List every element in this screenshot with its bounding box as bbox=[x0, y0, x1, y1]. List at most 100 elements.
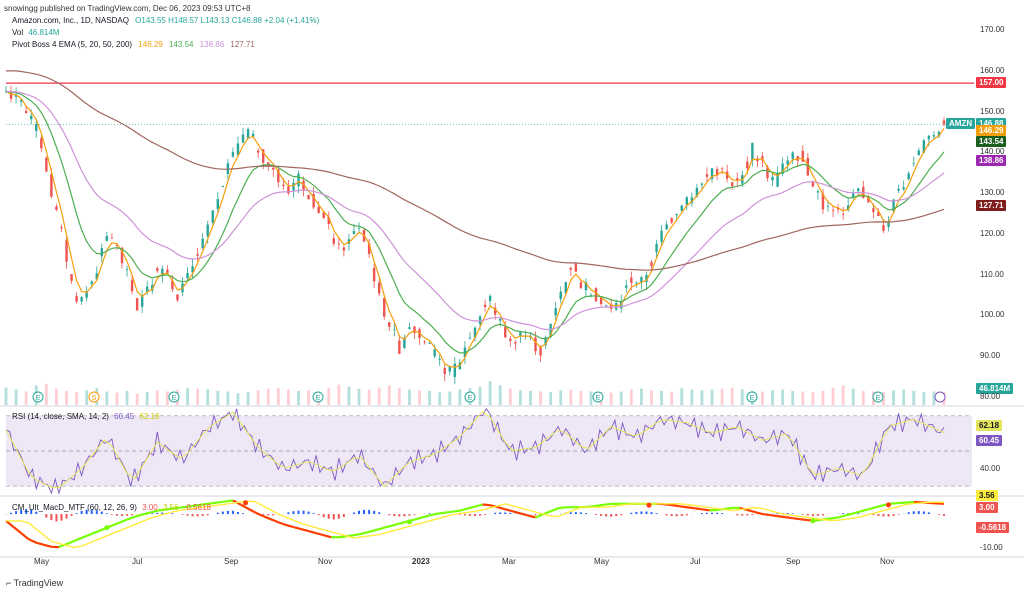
volume-bar bbox=[498, 385, 502, 405]
candle-body bbox=[700, 183, 704, 185]
macd-histogram-bar bbox=[842, 513, 845, 515]
rsi-ma-label: 62.18 bbox=[976, 419, 1003, 431]
candle-body bbox=[292, 182, 295, 191]
ema-price-label: 138.86 bbox=[976, 155, 1007, 167]
macd-histogram-bar bbox=[110, 514, 113, 515]
ema200-value: 127.71 bbox=[230, 40, 255, 49]
macd-histogram-bar bbox=[131, 514, 134, 516]
candle-body bbox=[393, 329, 396, 331]
macd-histogram-bar bbox=[358, 510, 361, 515]
candle-body bbox=[317, 206, 320, 213]
candle-body bbox=[872, 208, 875, 213]
price-axis-tick: 90.00 bbox=[980, 351, 1001, 361]
volume-bar bbox=[367, 389, 371, 405]
candle-body bbox=[297, 173, 300, 187]
macd-histogram-bar bbox=[791, 513, 794, 515]
candle-body bbox=[423, 341, 426, 343]
macd-histogram-bar bbox=[574, 512, 577, 515]
event-marker-icon bbox=[934, 391, 946, 403]
candle-body bbox=[559, 291, 562, 300]
macd-histogram-bar bbox=[837, 513, 840, 515]
macd-histogram-bar bbox=[292, 511, 295, 515]
macd-cross-dot bbox=[406, 519, 412, 525]
macd-cross-dot bbox=[646, 502, 652, 508]
macd-histogram-bar bbox=[479, 514, 482, 516]
candle-body bbox=[675, 214, 678, 216]
candle-body bbox=[80, 297, 83, 302]
macd-line bbox=[852, 510, 862, 515]
macd-line bbox=[66, 539, 75, 546]
macd-histogram-bar bbox=[105, 513, 108, 515]
ema-legend[interactable]: Pivot Boss 4 EMA (5, 20, 50, 200) 146.29… bbox=[12, 40, 255, 49]
macd-line bbox=[747, 508, 756, 514]
candle-body bbox=[156, 268, 159, 272]
macd-histogram-bar bbox=[705, 512, 708, 515]
macd-histogram-bar bbox=[711, 512, 714, 515]
volume-bar bbox=[589, 391, 593, 405]
macd-legend[interactable]: CM_Ult_MacD_MTF (60, 12, 26, 9) 3.00 3.5… bbox=[12, 503, 211, 512]
macd-histogram-bar bbox=[635, 511, 638, 515]
candle-body bbox=[438, 358, 441, 360]
tradingview-logo[interactable]: ⌐ TradingView bbox=[6, 578, 63, 588]
ema5-value: 146.29 bbox=[138, 40, 163, 49]
macd-line bbox=[777, 515, 786, 519]
ema20-line bbox=[5, 90, 945, 354]
macd-histogram-bar bbox=[201, 514, 204, 517]
macd-value-2: 3.56 bbox=[162, 503, 179, 512]
price-axis-tick: 110.00 bbox=[980, 269, 1004, 279]
macd-line bbox=[361, 530, 370, 535]
macd-line bbox=[414, 516, 423, 521]
time-axis-tick: May bbox=[34, 557, 50, 566]
macd-line bbox=[421, 514, 430, 519]
volume-bar bbox=[851, 388, 855, 405]
symbol-line[interactable]: Amazon.com, Inc., 1D, NASDAQ O143.55 H14… bbox=[12, 16, 319, 25]
candle-body bbox=[771, 176, 774, 181]
rsi-label: RSI (14, close, SMA, 14, 2) bbox=[12, 412, 109, 421]
candle-body bbox=[342, 247, 346, 251]
rsi-value: 60.45 bbox=[114, 412, 135, 421]
candle-body bbox=[942, 120, 946, 125]
price-axis-tick: 150.00 bbox=[980, 106, 1005, 116]
volume-bar bbox=[428, 390, 432, 405]
candle-body bbox=[912, 162, 915, 164]
volume-bar bbox=[448, 391, 452, 405]
macd-histogram-bar bbox=[806, 514, 809, 516]
price-axis-tick: 80.00 bbox=[980, 391, 1001, 401]
candle-body bbox=[256, 150, 260, 153]
macd-line bbox=[255, 511, 264, 518]
rsi-legend[interactable]: RSI (14, close, SMA, 14, 2) 60.45 62.18 bbox=[12, 412, 159, 421]
candle-body bbox=[65, 240, 68, 262]
macd-histogram-bar bbox=[151, 513, 154, 515]
macd-histogram-bar bbox=[161, 512, 164, 515]
volume-legend[interactable]: Vol 46.814M bbox=[12, 28, 60, 37]
candle-body bbox=[907, 173, 910, 180]
macd-histogram-bar bbox=[45, 514, 48, 518]
candle-body bbox=[443, 367, 446, 375]
macd-line bbox=[860, 508, 869, 513]
candle-body bbox=[468, 337, 472, 339]
volume-bar bbox=[700, 390, 704, 405]
macd-histogram-bar bbox=[373, 510, 376, 515]
macd-histogram-bar bbox=[352, 512, 355, 515]
volume-bar bbox=[65, 390, 68, 405]
candle-body bbox=[488, 295, 492, 302]
macd-histogram-bar bbox=[196, 514, 199, 517]
candle-body bbox=[428, 343, 431, 344]
macd-line bbox=[868, 506, 877, 511]
macd-line bbox=[550, 507, 559, 513]
split-marker-icon: S bbox=[92, 395, 97, 402]
volume-bar bbox=[196, 388, 200, 405]
macd-axis-tick: -10.00 bbox=[980, 543, 1003, 553]
volume-bar bbox=[256, 390, 260, 405]
candle-body bbox=[670, 218, 673, 223]
macd-histogram-bar bbox=[514, 513, 517, 515]
macd-line bbox=[837, 514, 846, 519]
macd-cross-dot bbox=[886, 502, 892, 508]
macd-histogram-bar bbox=[191, 514, 194, 517]
candle-body bbox=[816, 191, 820, 193]
macd-histogram-bar bbox=[221, 511, 224, 515]
macd-histogram-bar bbox=[499, 512, 502, 515]
macd-histogram-bar bbox=[922, 511, 925, 515]
macd-histogram-bar bbox=[35, 511, 38, 515]
macd-line bbox=[701, 508, 710, 512]
